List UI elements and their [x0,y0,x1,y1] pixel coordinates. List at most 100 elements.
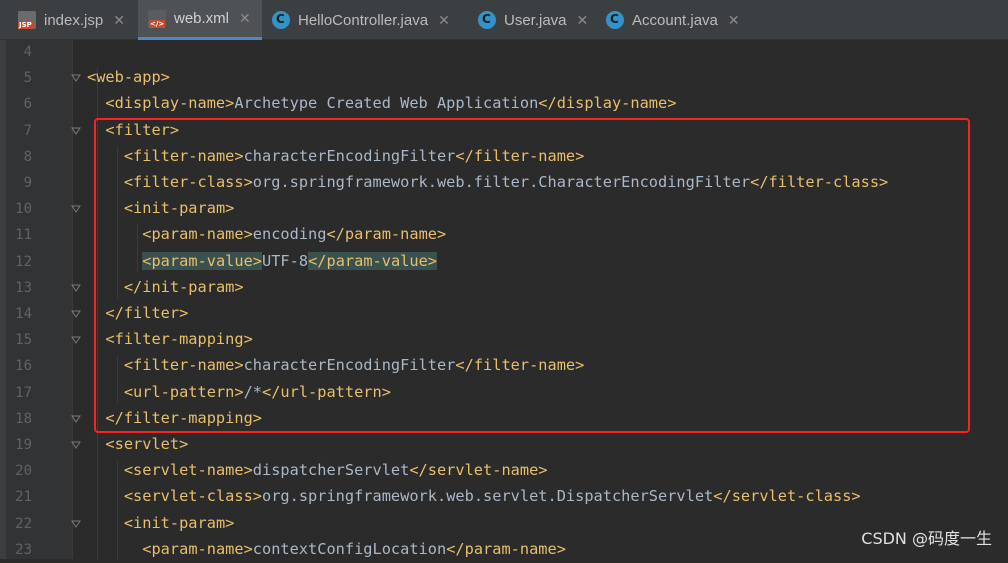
line-number: 9 [23,175,32,191]
close-icon[interactable]: ✕ [728,12,740,29]
xml-tag: <url-pattern> [123,382,244,401]
code-text: <param-name>contextConfigLocation</param… [87,540,566,558]
code-text: </filter> [87,304,188,322]
jsp-file-icon [18,11,36,29]
fold-marker-icon[interactable] [71,309,81,319]
code-text: <filter> [87,121,179,139]
code-text: </filter-mapping> [87,409,262,427]
xml-tag: <filter-name> [123,146,244,165]
java-class-icon [272,11,290,29]
xml-tag: <servlet-class> [123,487,262,506]
fold-marker-icon[interactable] [71,73,81,83]
code-text: <filter-mapping> [87,330,253,349]
line-number: 19 [15,437,32,453]
code-line[interactable]: 10 <init-param> [0,196,1008,222]
line-number: 11 [15,227,32,244]
xml-text: encoding [252,225,327,244]
java-class-icon [606,11,624,29]
code-line[interactable]: 5 <web-app> [0,65,1008,91]
tab-account-java[interactable]: Account.java ✕ [598,0,758,40]
close-icon[interactable]: ✕ [577,12,589,29]
tab-web-xml[interactable]: web.xml ✕ [138,0,262,40]
fold-marker-icon[interactable] [71,204,81,214]
line-number: 13 [15,279,32,296]
xml-tag: <init-param> [123,513,235,532]
code-line[interactable]: 9 <filter-class>org.springframework.web.… [0,170,1008,196]
xml-tag: <filter-name> [123,356,244,375]
close-icon[interactable]: ✕ [113,12,125,29]
xml-file-icon [148,9,166,28]
xml-tag: <param-value> [142,251,262,270]
java-class-icon [478,11,496,29]
line-number: 20 [15,463,32,480]
xml-text: contextConfigLocation [252,539,447,558]
line-number: 17 [15,384,32,401]
code-text: <init-param> [87,513,235,532]
fold-marker-icon[interactable] [71,283,81,293]
fold-marker-icon[interactable] [71,335,81,345]
code-line[interactable]: 8 <filter-name>characterEncodingFilter</… [0,144,1008,170]
xml-tag: <param-name> [142,539,253,558]
fold-marker-icon[interactable] [71,126,81,136]
xml-tag: <web-app> [87,68,170,87]
code-line[interactable]: 16 <filter-name>characterEncodingFilter<… [0,353,1008,379]
code-line[interactable]: 22 <init-param> [0,511,1008,537]
line-number: 22 [15,515,32,532]
xml-text: characterEncodingFilter [243,146,456,165]
xml-tag: <filter-mapping> [105,330,253,349]
code-text: <servlet-name>dispatcherServlet</servlet… [87,461,548,479]
xml-text: Archetype Created Web Application [234,94,539,113]
line-number: 8 [23,148,32,165]
code-line[interactable]: 7 <filter> [0,118,1008,144]
tab-user-java[interactable]: User.java ✕ [470,0,596,40]
code-line[interactable]: 6 <display-name>Archetype Created Web Ap… [0,91,1008,117]
line-number: 7 [23,122,32,139]
code-line[interactable]: 17 <url-pattern>/*</url-pattern> [0,380,1008,406]
code-line[interactable]: 4 [0,39,1008,65]
code-line[interactable]: 14 </filter> [0,301,1008,327]
tab-hello-controller[interactable]: HelloController.java ✕ [264,0,466,40]
fold-marker-icon[interactable] [71,440,81,450]
code-line[interactable]: 19 <servlet> [0,432,1008,458]
xml-text: org.springframework.web.servlet.Dispatch… [262,487,714,506]
code-text: <init-param> [87,199,235,217]
close-icon[interactable]: ✕ [438,12,450,29]
xml-tag: </filter-name> [455,356,585,375]
tab-index-jsp[interactable]: index.jsp ✕ [8,0,132,40]
xml-text: dispatcherServlet [252,461,410,480]
fold-marker-icon[interactable] [71,519,81,529]
code-line[interactable]: 18 </filter-mapping> [0,406,1008,432]
code-line[interactable]: 11 <param-name>encoding</param-name> [0,222,1008,248]
code-line[interactable]: 21 <servlet-class>org.springframework.we… [0,484,1008,510]
xml-text: characterEncodingFilter [243,356,456,375]
code-text: <filter-name>characterEncodingFilter</fi… [87,356,585,375]
line-number: 21 [15,489,32,506]
close-icon[interactable]: ✕ [239,10,251,27]
code-line[interactable]: 12 <param-value>UTF-8</param-value> [0,249,1008,275]
xml-text: org.springframework.web.filter.Character… [252,173,751,191]
line-number: 16 [15,358,32,375]
code-line[interactable]: 13 </init-param> [0,275,1008,301]
fold-marker-icon[interactable] [71,414,81,424]
line-number: 18 [15,410,32,427]
code-text: <display-name>Archetype Created Web Appl… [87,94,676,112]
xml-tag: </display-name> [538,94,677,113]
line-number: 5 [23,70,32,87]
code-line[interactable]: 15 <filter-mapping> [0,327,1008,353]
xml-text: /* [243,382,262,401]
code-line[interactable]: 20 <servlet-name>dispatcherServlet</serv… [0,458,1008,484]
